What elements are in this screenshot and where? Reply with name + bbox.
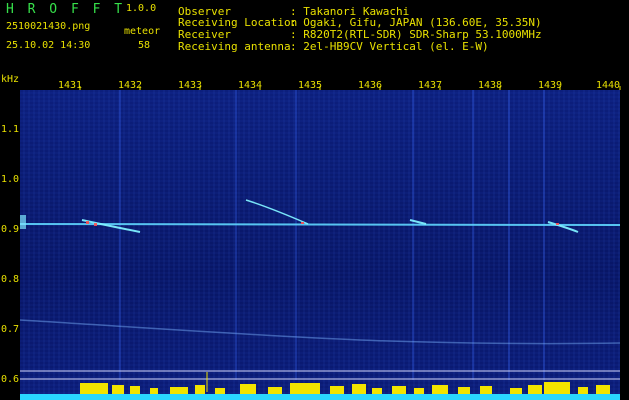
left-edge-signal: [20, 215, 26, 229]
baseline-strip: [20, 394, 620, 400]
spectrogram-overlay: [19, 86, 621, 400]
activity-bars: [80, 382, 610, 395]
minute-ticks: [79, 86, 621, 90]
meteor-echoes: [81, 199, 579, 233]
vertical-streaks: [119, 90, 545, 380]
meteor-echo-1432: [81, 219, 141, 233]
carrier-line: [19, 223, 621, 226]
meteor-echo-1434: [245, 199, 309, 225]
drift-line: [19, 319, 621, 345]
meteor-echo-1439: [547, 221, 579, 233]
